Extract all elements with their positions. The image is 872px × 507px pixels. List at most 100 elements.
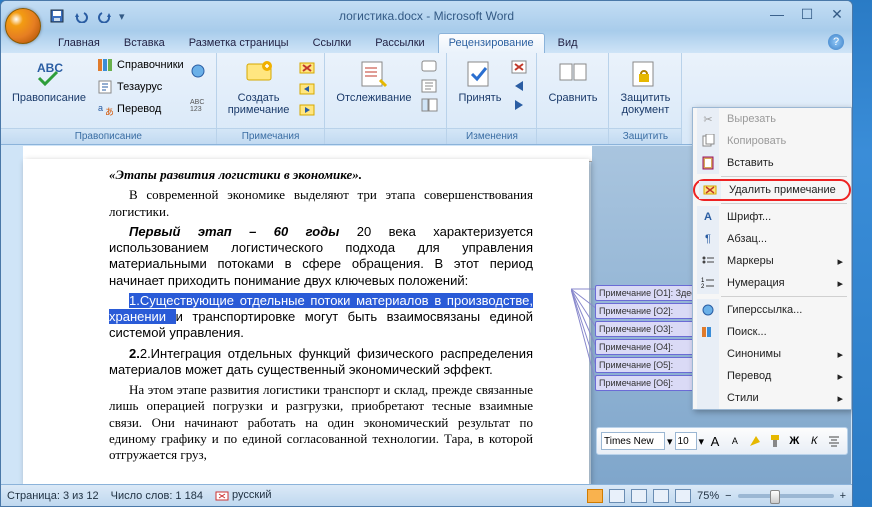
font-icon: A (704, 211, 712, 223)
compare-button[interactable]: Сравнить (543, 55, 602, 107)
font-size-input[interactable] (675, 432, 697, 450)
compare-icon (557, 58, 589, 90)
tab-home[interactable]: Главная (47, 33, 111, 53)
ctx-font[interactable]: AШрифт... (693, 206, 851, 228)
context-menu: ✂Вырезать Копировать Вставить Удалить пр… (692, 107, 852, 410)
maximize-button[interactable]: ☐ (796, 5, 818, 23)
minimize-button[interactable]: — (766, 5, 788, 23)
zoom-in-button[interactable]: + (840, 490, 846, 502)
protect-button[interactable]: Защитить документ (615, 55, 675, 119)
next-change-icon[interactable] (510, 97, 530, 113)
ctx-paragraph[interactable]: ¶Абзац... (693, 228, 851, 250)
status-wordcount[interactable]: Число слов: 1 184 (111, 490, 203, 502)
zoom-out-button[interactable]: − (725, 490, 731, 502)
view-web[interactable] (631, 489, 647, 503)
group-comments: Создать примечание Примечания (217, 53, 326, 144)
paragraph-icon: ¶ (705, 233, 711, 245)
format-painter-icon[interactable] (766, 432, 784, 450)
doc-paragraph: В современной экономике выделяют три эта… (109, 187, 533, 220)
zoom-level[interactable]: 75% (697, 490, 719, 502)
svg-text:a: a (98, 103, 103, 113)
ctx-cut[interactable]: ✂Вырезать (693, 108, 851, 130)
close-button[interactable]: ✕ (826, 5, 848, 23)
doc-paragraph: Первый этап – 60 годы 20 века характериз… (109, 224, 533, 289)
research-button[interactable]: Справочники (95, 55, 186, 75)
language-icon[interactable] (190, 63, 210, 79)
tab-review[interactable]: Рецензирование (438, 33, 545, 53)
svg-text:ABC: ABC (190, 99, 204, 106)
dropdown-icon[interactable]: ▾ (667, 435, 673, 448)
app-window: ▾ логистика.docx - Microsoft Word — ☐ ✕ … (0, 0, 853, 507)
new-comment-button[interactable]: Создать примечание (223, 55, 295, 119)
svg-text:ABC: ABC (37, 61, 63, 75)
prev-comment-icon[interactable] (298, 80, 318, 98)
status-page[interactable]: Страница: 3 из 12 (7, 490, 99, 502)
translate-icon: aあ (97, 101, 113, 117)
view-draft[interactable] (675, 489, 691, 503)
svg-text:123: 123 (190, 106, 202, 112)
mini-toolbar: ▾ ▾ A A Ж К (596, 427, 848, 455)
ctx-copy[interactable]: Копировать (693, 130, 851, 152)
books-icon (97, 57, 113, 73)
thesaurus-icon (97, 79, 113, 95)
ctx-bullets[interactable]: Маркеры▸ (693, 250, 851, 272)
italic-button[interactable]: К (805, 432, 823, 450)
styles-button[interactable] (746, 432, 764, 450)
dropdown-icon[interactable]: ▾ (699, 435, 705, 448)
zoom-slider[interactable] (738, 494, 834, 498)
view-print-layout[interactable] (587, 489, 603, 503)
balloons-icon[interactable] (420, 59, 440, 75)
ctx-styles[interactable]: Стили▸ (693, 387, 851, 409)
ctx-delete-comment[interactable]: Удалить примечание (693, 179, 851, 201)
thesaurus-button[interactable]: Тезаурус (95, 77, 186, 97)
accept-button[interactable]: Принять (453, 55, 506, 113)
accept-icon (464, 58, 496, 90)
ctx-translate[interactable]: Перевод▸ (693, 365, 851, 387)
shrink-font-button[interactable]: A (726, 432, 744, 450)
status-bar: Страница: 3 из 12 Число слов: 1 184 русс… (1, 484, 852, 506)
office-button[interactable] (5, 8, 41, 44)
delete-comment-icon[interactable] (298, 59, 318, 77)
ctx-hyperlink[interactable]: Гиперссылка... (693, 299, 851, 321)
show-markup-icon[interactable] (420, 78, 440, 94)
view-full-screen[interactable] (609, 489, 625, 503)
doc-heading: «Этапы развития логистики в экономике». (109, 167, 533, 183)
group-tracking: Отслеживание (325, 53, 447, 144)
reject-icon[interactable] (510, 59, 530, 75)
status-language[interactable]: русский (215, 489, 272, 501)
title-bar: ▾ логистика.docx - Microsoft Word — ☐ ✕ (1, 1, 852, 31)
font-family-input[interactable] (601, 432, 665, 450)
translate-button[interactable]: aあПеревод (95, 99, 186, 119)
doc-paragraph: 2.2.Интеграция отдельных функций физичес… (109, 346, 533, 379)
view-outline[interactable] (653, 489, 669, 503)
ctx-lookup[interactable]: Поиск... (693, 321, 851, 343)
center-align-button[interactable] (825, 432, 843, 450)
ctx-paste[interactable]: Вставить (693, 152, 851, 174)
grow-font-button[interactable]: A (706, 432, 724, 450)
ctx-numbering[interactable]: 12Нумерация▸ (693, 272, 851, 294)
tab-insert[interactable]: Вставка (113, 33, 176, 53)
doc-paragraph: На этом этапе развития логистики транспо… (109, 382, 533, 463)
help-icon[interactable]: ? (828, 34, 844, 50)
prev-change-icon[interactable] (510, 78, 530, 94)
window-title: логистика.docx - Microsoft Word (1, 9, 852, 23)
tracking-button[interactable]: Отслеживание (331, 55, 416, 113)
bold-button[interactable]: Ж (785, 432, 803, 450)
tab-layout[interactable]: Разметка страницы (178, 33, 300, 53)
group-protect: Защитить документ Защитить (609, 53, 682, 144)
scissors-icon: ✂ (703, 113, 712, 126)
svg-text:2: 2 (701, 284, 705, 290)
spelling-button[interactable]: ABC Правописание (7, 55, 91, 119)
wordcount-icon[interactable]: ABC123 (190, 96, 210, 112)
tab-references[interactable]: Ссылки (302, 33, 363, 53)
doc-paragraph-selected: 1.Существующие отдельные потоки материал… (109, 293, 533, 342)
document-page[interactable]: «Этапы развития логистики в экономике». … (23, 159, 589, 484)
new-comment-icon (243, 58, 275, 90)
abc-check-icon: ABC (33, 58, 65, 90)
next-comment-icon[interactable] (298, 101, 318, 119)
group-changes: Принять Изменения (447, 53, 537, 144)
ctx-synonyms[interactable]: Синонимы▸ (693, 343, 851, 365)
reviewing-pane-icon[interactable] (420, 97, 440, 113)
tab-mailings[interactable]: Рассылки (364, 33, 435, 53)
tab-view[interactable]: Вид (547, 33, 589, 53)
